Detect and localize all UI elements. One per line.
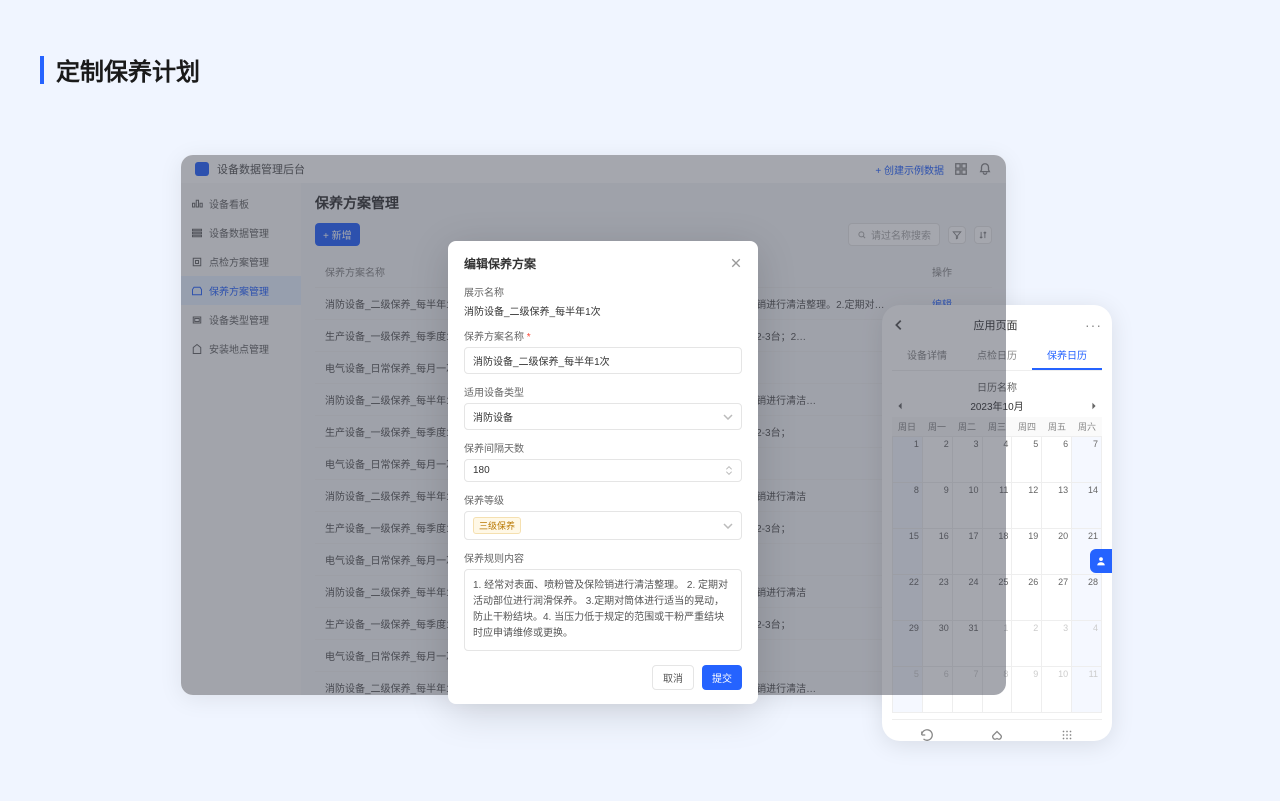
share-icon — [990, 728, 1004, 742]
grid-icon — [1060, 728, 1074, 742]
calendar-cell[interactable]: 9 — [1012, 667, 1042, 713]
plan-name-input[interactable]: 消防设备_二级保养_每半年1次 — [464, 347, 742, 374]
modal-title: 编辑保养方案 — [464, 255, 536, 272]
close-button[interactable] — [730, 256, 742, 272]
level-tag: 三级保养 — [473, 517, 521, 534]
calendar-cell[interactable]: 4 — [1072, 621, 1102, 667]
display-name-value: 消防设备_二级保养_每半年1次 — [464, 303, 742, 318]
accent-bar — [40, 56, 44, 84]
rules-textarea[interactable]: 1. 经常对表面、喷粉管及保险销进行清洁整理。 2. 定期对活动部位进行润滑保养… — [464, 569, 742, 651]
display-name-label: 展示名称 — [464, 284, 742, 299]
calendar-cell[interactable]: 20 — [1042, 529, 1072, 575]
edit-plan-modal: 编辑保养方案 展示名称 消防设备_二级保养_每半年1次 保养方案名称 * 消防设… — [448, 241, 758, 704]
interval-label: 保养间隔天数 — [464, 440, 742, 455]
chevron-down-icon[interactable] — [725, 471, 733, 475]
next-month-icon[interactable] — [1090, 402, 1098, 410]
calendar-cell[interactable]: 27 — [1042, 575, 1072, 621]
refresh-button[interactable] — [892, 728, 962, 742]
chevron-down-icon — [723, 523, 733, 529]
more-icon[interactable]: ··· — [1085, 317, 1102, 333]
calendar-cell[interactable]: 6 — [1042, 437, 1072, 483]
calendar-cell[interactable]: 5 — [1012, 437, 1042, 483]
calendar-cell[interactable]: 12 — [1012, 483, 1042, 529]
page-title: 定制保养计划 — [56, 52, 200, 87]
rules-label: 保养规则内容 — [464, 550, 742, 565]
mobile-tab-2[interactable]: 保养日历 — [1032, 341, 1102, 370]
calendar-cell[interactable]: 3 — [1042, 621, 1072, 667]
calendar-cell[interactable]: 10 — [1042, 667, 1072, 713]
chevron-down-icon — [723, 414, 733, 420]
person-icon — [1096, 556, 1106, 566]
device-type-label: 适用设备类型 — [464, 384, 742, 399]
calendar-cell[interactable]: 19 — [1012, 529, 1042, 575]
level-label: 保养等级 — [464, 492, 742, 507]
level-select[interactable]: 三级保养 — [464, 511, 742, 540]
chevron-up-icon[interactable] — [725, 466, 733, 470]
device-type-select[interactable]: 消防设备 — [464, 403, 742, 430]
calendar-cell[interactable]: 14 — [1072, 483, 1102, 529]
interval-input[interactable]: 180 — [464, 459, 742, 482]
share-button[interactable] — [962, 728, 1032, 742]
calendar-cell[interactable]: 11 — [1072, 667, 1102, 713]
close-icon — [730, 257, 742, 269]
apps-button[interactable] — [1032, 728, 1102, 742]
mobile-side-tab[interactable] — [1090, 549, 1112, 573]
mobile-footer — [892, 719, 1102, 742]
calendar-cell[interactable]: 13 — [1042, 483, 1072, 529]
page-header: 定制保养计划 — [40, 52, 200, 87]
calendar-cell[interactable]: 26 — [1012, 575, 1042, 621]
cancel-button[interactable]: 取消 — [652, 665, 694, 690]
refresh-icon — [920, 728, 934, 742]
calendar-cell[interactable]: 7 — [1072, 437, 1102, 483]
submit-button[interactable]: 提交 — [702, 665, 742, 690]
calendar-cell[interactable]: 2 — [1012, 621, 1042, 667]
plan-name-label: 保养方案名称 * — [464, 328, 742, 343]
calendar-cell[interactable]: 28 — [1072, 575, 1102, 621]
